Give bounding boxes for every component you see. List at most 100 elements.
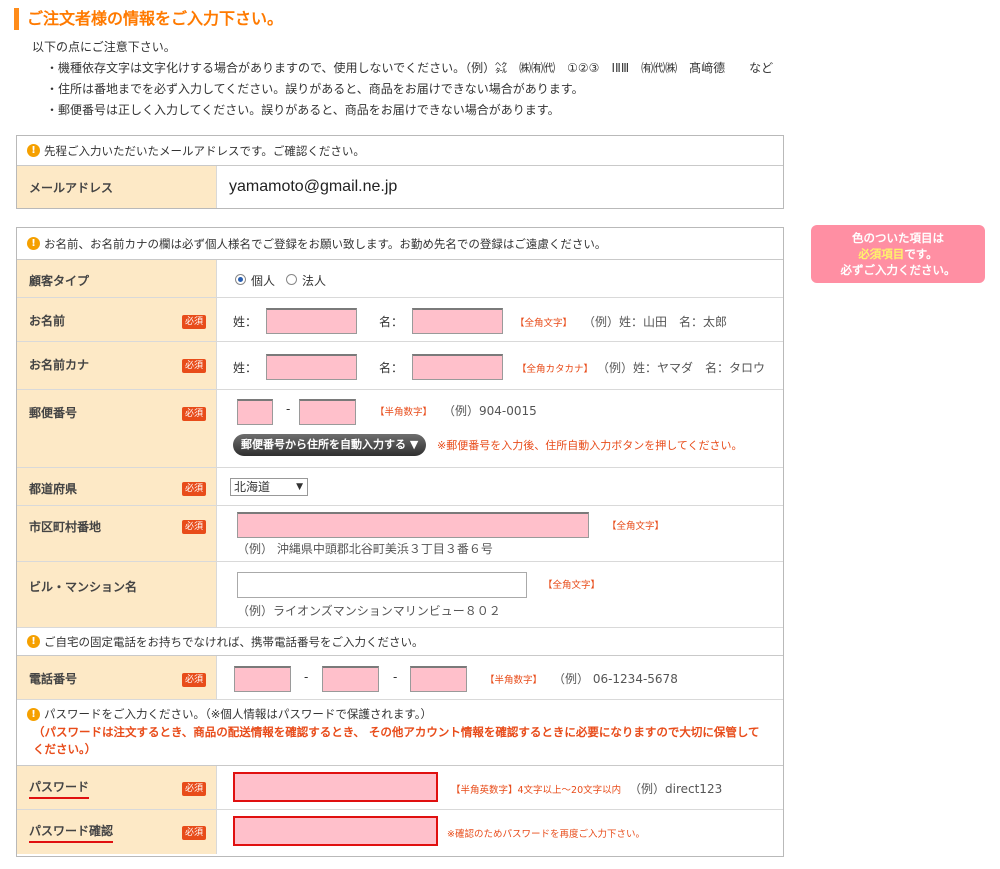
city-input[interactable] [237,512,589,538]
name-example: （例）姓：山田 名：太郎 [583,315,728,329]
password-confirm-hint: ※確認のためパスワードを再度ご入力下さい。 [447,829,645,840]
building-example: （例）ライオンズマンションマリンビュー８０２ [237,604,501,618]
kana-value-cell: 姓： 名： 【全角カタカナ】 （例）姓：ヤマダ 名：タロウ [217,342,783,389]
phone-last-input[interactable] [410,666,467,692]
required-badge: 必須 [181,407,206,421]
customer-type-label-cell: 顧客タイプ [17,260,217,297]
email-banner: ! 先程ご入力いただいたメールアドレスです。ご確認ください。 [17,136,783,166]
password-banner-warning: （パスワードは注文するとき、商品の配送情報を確認するとき、 その他アカウント情報… [33,725,760,756]
required-badge: 必須 [181,673,206,687]
password-confirm-value-cell: ※確認のためパスワードを再度ご入力下さい。 [217,810,783,854]
building-hint: 【全角文字】 [543,580,601,591]
first-name-label: 名： [379,315,404,329]
city-row: 市区町村番地 必須 【全角文字】 （例） 沖縄県中頭郡北谷町美浜３丁目３番６号 [17,506,783,562]
exclamation-circle-icon: ! [27,635,40,648]
password-confirm-input[interactable] [233,816,438,846]
name-value-cell: 姓： 名： 【全角文字】 （例）姓：山田 名：太郎 [217,298,783,341]
notice-item-charset: ・機種依存文字は文字化けする場合がありますので、使用しないでください。（例）㌶ … [46,61,774,75]
postal-code-first-input[interactable] [237,399,273,425]
side-note-line2: 必須項目です。 [811,246,985,262]
phone-banner: ! ご自宅の固定電話をお持ちでなければ、携帯電話番号をご入力ください。 [17,628,783,656]
first-name-input[interactable] [412,308,503,334]
building-label: ビル・マンション名 [29,580,138,594]
required-badge: 必須 [181,520,206,534]
prefecture-select[interactable]: 北海道 ▼ [230,478,308,496]
radio-corporate-label[interactable]: 法人 [302,272,326,289]
building-row: ビル・マンション名 【全角文字】 （例）ライオンズマンションマリンビュー８０２ [17,562,783,628]
postal-example: （例）904-0015 [443,404,537,418]
first-kana-input[interactable] [412,354,503,380]
email-banner-text: 先程ご入力いただいたメールアドレスです。ご確認ください。 [44,143,365,158]
radio-individual[interactable] [235,274,246,285]
phone-banner-text: ご自宅の固定電話をお持ちでなければ、携帯電話番号をご入力ください。 [44,634,424,649]
exclamation-circle-icon: ! [27,144,40,157]
postal-value-cell: - 【半角数字】 （例）904-0015 郵便番号から住所を自動入力する ▼ ※… [217,390,783,467]
kana-hint: 【全角カタカナ】 [517,364,594,375]
phone-area-input[interactable] [234,666,291,692]
password-confirm-label-cell: パスワード確認 必須 [17,810,217,854]
postal-code-second-input[interactable] [299,399,356,425]
password-hint: 【半角英数字】4文字以上〜20文字以内 [451,785,622,796]
phone-label-cell: 電話番号 必須 [17,656,217,699]
phone-row: 電話番号 必須 - - 【半角数字】 （例） 06-1234-5678 [17,656,783,700]
customer-type-row: 顧客タイプ 個人 法人 [17,260,783,298]
city-example: （例） 沖縄県中頭郡北谷町美浜３丁目３番６号 [237,542,493,556]
postal-label: 郵便番号 [29,406,78,420]
password-confirm-label: パスワード確認 [29,822,114,843]
postal-label-cell: 郵便番号 必須 [17,390,217,467]
building-value-cell: 【全角文字】 （例）ライオンズマンションマリンビュー８０２ [217,562,783,627]
required-fields-note: 色のついた項目は 必須項目です。 必ずご入力ください。 [811,225,985,283]
kana-example: （例）姓：ヤマダ 名：タロウ [597,361,766,375]
postal-dash: - [286,402,291,416]
email-row: メールアドレス yamamoto@gmail.ne.jp [17,166,783,208]
building-input[interactable] [237,572,527,598]
required-badge: 必須 [181,782,206,796]
exclamation-circle-icon: ! [27,237,40,250]
first-kana-label: 名： [379,361,404,375]
city-label-cell: 市区町村番地 必須 [17,506,217,561]
name-banner-text: お名前、お名前カナの欄は必ず個人様名でご登録をお願い致します。お勤め先名での登録… [44,236,607,251]
required-badge: 必須 [181,359,206,373]
radio-corporate[interactable] [286,274,297,285]
city-hint: 【全角文字】 [607,521,665,532]
last-name-input[interactable] [266,308,357,334]
prefecture-selected-value: 北海道 [234,480,271,494]
last-name-label: 姓： [233,315,258,329]
chevron-down-icon: ▼ [296,482,303,492]
password-banner: ! パスワードをご入力ください。（※個人情報はパスワードで保護されます。） （パ… [17,700,783,766]
email-label-cell: メールアドレス [17,166,217,208]
email-value-cell: yamamoto@gmail.ne.jp [217,166,783,208]
last-kana-input[interactable] [266,354,357,380]
prefecture-value-cell: 北海道 ▼ [217,468,783,505]
side-note-highlight: 必須項目 [858,247,905,261]
password-label: パスワード [29,778,90,799]
kana-row: お名前カナ 必須 姓： 名： 【全角カタカナ】 （例）姓：ヤマダ 名：タロウ [17,342,783,390]
name-label: お名前 [29,314,66,328]
postal-autofill-button[interactable]: 郵便番号から住所を自動入力する ▼ [233,434,427,456]
name-banner: ! お名前、お名前カナの欄は必ず個人様名でご登録をお願い致します。お勤め先名での… [17,228,783,260]
phone-middle-input[interactable] [322,666,379,692]
city-label: 市区町村番地 [29,520,102,534]
page-title: ご注文者様の情報をご入力下さい。 [14,8,283,30]
password-label-cell: パスワード 必須 [17,766,217,809]
postal-row: 郵便番号 必須 - 【半角数字】 （例）904-0015 郵便番号から住所を自動… [17,390,783,468]
phone-hint: 【半角数字】 [485,675,543,686]
customer-type-label: 顧客タイプ [29,274,90,288]
notice-heading: 以下の点にご注意下さい。 [32,40,176,54]
required-badge: 必須 [181,826,206,840]
kana-label-cell: お名前カナ 必須 [17,342,217,389]
customer-info-section: ! お名前、お名前カナの欄は必ず個人様名でご登録をお願い致します。お勤め先名での… [16,227,784,857]
phone-example: （例） 06-1234-5678 [553,672,678,686]
building-label-cell: ビル・マンション名 [17,562,217,627]
phone-dash-1: - [304,670,309,684]
notice-list: ・機種依存文字は文字化けする場合がありますので、使用しないでください。（例）㌶ … [46,58,773,121]
password-input[interactable] [233,772,438,802]
required-badge: 必須 [181,315,206,329]
side-note-line2-rest: です。 [904,247,938,261]
radio-individual-label[interactable]: 個人 [251,272,275,289]
prefecture-label: 都道府県 [29,482,78,496]
required-badge: 必須 [181,482,206,496]
postal-hint: 【半角数字】 [375,407,433,418]
name-hint: 【全角文字】 [515,318,573,329]
side-note-line3: 必ずご入力ください。 [840,263,956,277]
